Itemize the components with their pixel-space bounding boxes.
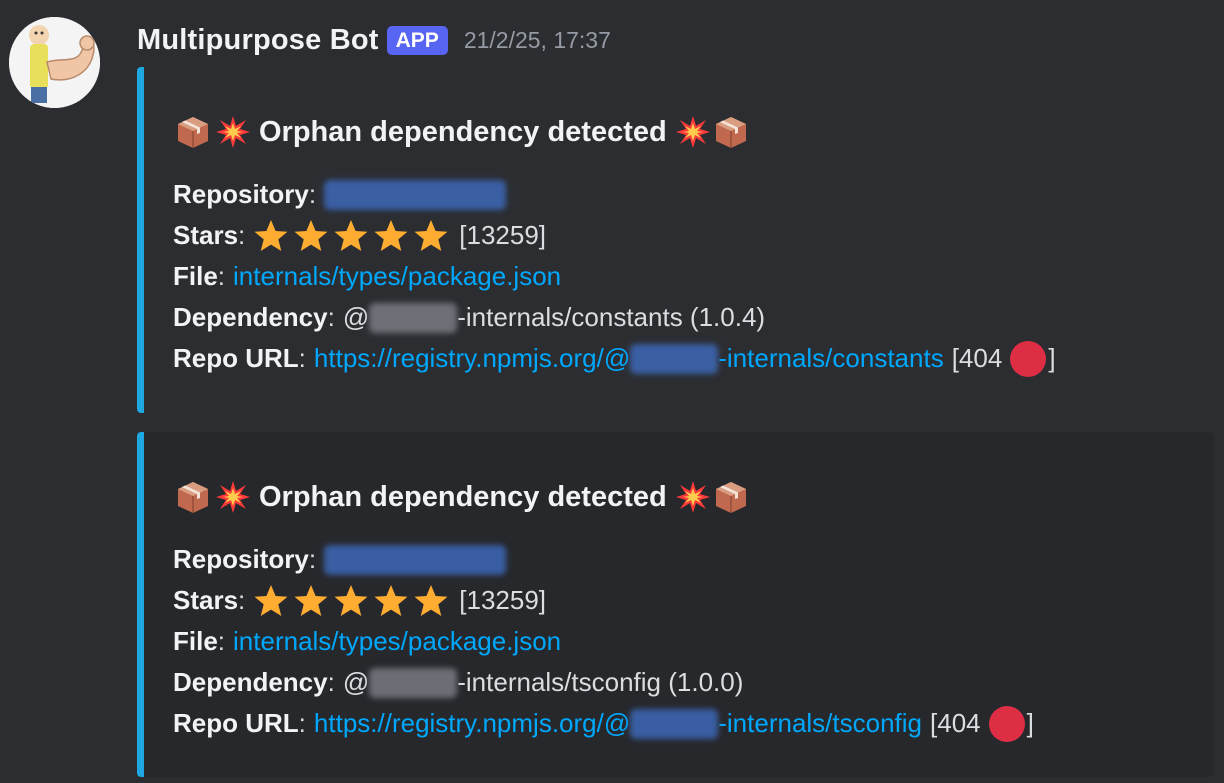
bot-name[interactable]: Multipurpose Bot [137, 24, 379, 57]
collision-icon [675, 479, 711, 515]
embed-title-text: Orphan dependency detected [259, 480, 667, 513]
redacted-url-scope[interactable] [630, 343, 719, 374]
repo-url-link-prefix[interactable]: https://registry.npmjs.org/@ [314, 343, 630, 374]
repo-url-link-suffix[interactable]: -internals/tsconfig [718, 708, 922, 739]
field-label: Stars [173, 220, 239, 250]
collision-icon [675, 114, 711, 150]
star-icon [373, 219, 409, 253]
collision-icon [215, 114, 251, 150]
field-label: File [173, 261, 218, 291]
field-repository: Repository: [173, 174, 1056, 215]
muscle-arm-character-avatar-icon [9, 17, 100, 108]
red-circle-icon [1010, 340, 1047, 377]
field-colon: : [327, 667, 335, 697]
field-repo-url: Repo URL: https://registry.npmjs.org/@ -… [173, 703, 1034, 744]
dependency-prefix: @ [342, 667, 370, 697]
embed-card: Orphan dependency detected Repository: S… [137, 432, 1214, 777]
collision-icon [215, 479, 251, 515]
file-link[interactable]: internals/types/package.json [233, 261, 561, 292]
field-label: Repo URL [173, 343, 299, 373]
embed-title: Orphan dependency detected [175, 476, 749, 518]
star-rating [253, 219, 453, 253]
embed-card: Orphan dependency detected Repository: S… [137, 67, 1214, 413]
package-icon [713, 114, 749, 150]
field-file: File: internals/types/package.json [173, 256, 1056, 297]
field-label: Repository [173, 544, 309, 574]
embed-accent-bar [137, 432, 144, 777]
field-repo-url: Repo URL: https://registry.npmjs.org/@ -… [173, 338, 1056, 379]
star-icon [333, 584, 369, 618]
star-icon [293, 219, 329, 253]
star-icon [373, 584, 409, 618]
star-icon [293, 584, 329, 618]
field-label: Dependency [173, 667, 328, 697]
field-colon: : [217, 626, 226, 656]
redacted-scope [369, 667, 458, 698]
field-colon: : [298, 343, 306, 373]
embed-fields: Repository: Stars: [13259] File: interna… [173, 539, 1034, 744]
bot-avatar[interactable] [9, 17, 100, 108]
message-header: Multipurpose Bot APP 21/2/25, 17:37 [137, 20, 611, 60]
redacted-repository-link[interactable] [324, 544, 507, 575]
field-label: Repository [173, 179, 309, 209]
field-colon: : [298, 708, 306, 738]
file-link[interactable]: internals/types/package.json [233, 626, 561, 657]
package-icon [713, 479, 749, 515]
field-colon: : [238, 220, 246, 250]
redacted-scope [369, 302, 458, 333]
field-colon: : [308, 179, 317, 209]
message-timestamp[interactable]: 21/2/25, 17:37 [464, 27, 611, 54]
repo-url-link-prefix[interactable]: https://registry.npmjs.org/@ [314, 708, 630, 739]
dependency-value: -internals/tsconfig (1.0.0) [457, 667, 744, 697]
package-icon [175, 114, 211, 150]
field-dependency: Dependency: @ -internals/tsconfig (1.0.0… [173, 662, 1034, 703]
field-label: Dependency [173, 302, 328, 332]
dependency-value: -internals/constants (1.0.4) [457, 302, 766, 332]
redacted-url-scope[interactable] [630, 708, 719, 739]
field-stars: Stars: [13259] [173, 580, 1034, 621]
field-colon: : [238, 585, 246, 615]
field-colon: : [308, 544, 317, 574]
field-dependency: Dependency: @ -internals/constants (1.0.… [173, 297, 1056, 338]
embed-title-text: Orphan dependency detected [259, 115, 667, 148]
field-label: File [173, 626, 218, 656]
star-icon [253, 584, 289, 618]
status-code: [404 [951, 343, 1003, 373]
star-icon [413, 219, 449, 253]
field-stars: Stars: [13259] [173, 215, 1056, 256]
status-close: ] [1026, 708, 1034, 738]
status-code: [404 [930, 708, 981, 738]
status-close: ] [1048, 343, 1056, 373]
field-label: Stars [173, 585, 239, 615]
package-icon [175, 479, 211, 515]
stars-count: [13259] [459, 585, 547, 615]
field-file: File: internals/types/package.json [173, 621, 1034, 662]
stars-count: [13259] [459, 220, 547, 250]
embed-accent-bar [137, 67, 144, 413]
dependency-prefix: @ [342, 302, 370, 332]
star-icon [253, 219, 289, 253]
embed-fields: Repository: Stars: [13259] File: interna… [173, 174, 1056, 379]
red-circle-icon [988, 705, 1025, 742]
redacted-repository-link[interactable] [324, 179, 507, 210]
star-icon [333, 219, 369, 253]
field-repository: Repository: [173, 539, 1034, 580]
star-rating [253, 584, 453, 618]
field-colon: : [327, 302, 335, 332]
field-label: Repo URL [173, 708, 299, 738]
field-colon: : [217, 261, 226, 291]
star-icon [413, 584, 449, 618]
embed-title: Orphan dependency detected [175, 111, 749, 153]
app-badge: APP [386, 25, 448, 55]
repo-url-link-suffix[interactable]: -internals/constants [718, 343, 943, 374]
